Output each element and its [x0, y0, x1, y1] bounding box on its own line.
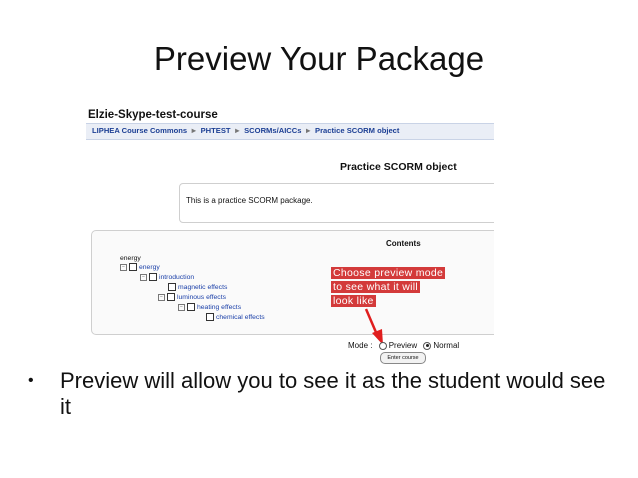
- mode-selector: Mode : Preview Normal: [348, 341, 459, 350]
- mode-label: Mode :: [348, 341, 373, 350]
- normal-radio-label[interactable]: Normal: [433, 341, 459, 350]
- preview-radio-label[interactable]: Preview: [389, 341, 417, 350]
- callout-arrow-icon: [364, 308, 383, 345]
- lms-screenshot: Elzie-Skype-test-course LIPHEA Course Co…: [86, 109, 494, 365]
- bullet-icon: •: [28, 372, 34, 389]
- enter-course-button[interactable]: Enter course: [380, 352, 426, 364]
- preview-radio[interactable]: [378, 341, 387, 350]
- normal-radio[interactable]: [423, 341, 432, 350]
- bullet-text: Preview will allow you to see it as the …: [60, 368, 606, 419]
- slide-title: Preview Your Package: [153, 40, 485, 77]
